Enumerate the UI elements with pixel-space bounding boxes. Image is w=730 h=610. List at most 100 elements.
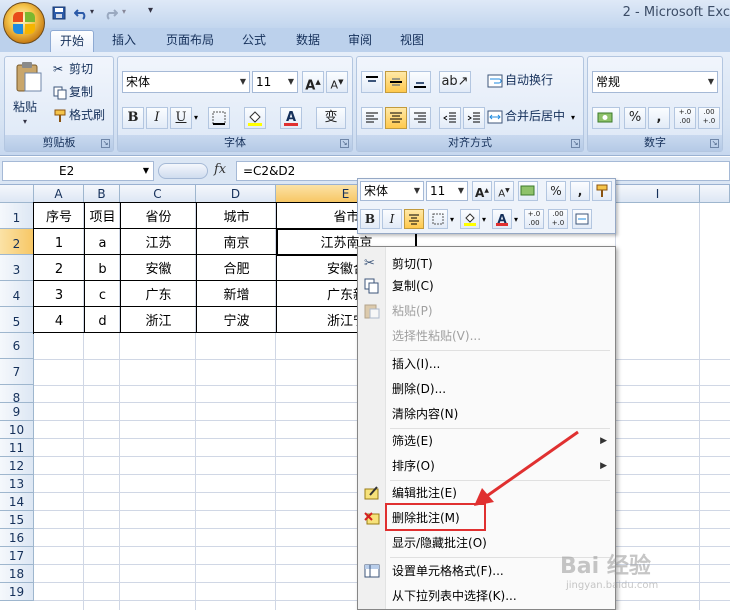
increase-decimal-button[interactable]: +.0 .00 — [674, 107, 696, 129]
tab-page-layout[interactable]: 页面布局 — [158, 30, 222, 52]
table-cell[interactable]: 广东 — [121, 281, 197, 307]
menu-item-delete[interactable]: 删除(D)... — [388, 378, 613, 400]
select-all-corner[interactable] — [0, 185, 34, 203]
table-cell[interactable]: 合肥 — [197, 255, 277, 281]
table-cell[interactable]: 序号 — [34, 203, 85, 229]
align-middle-button[interactable] — [385, 71, 407, 93]
table-cell[interactable]: 1 — [34, 229, 85, 255]
decrease-indent-button[interactable] — [439, 107, 461, 129]
row-header[interactable]: 19 — [0, 583, 34, 601]
italic-button[interactable]: I — [146, 107, 168, 129]
redo-icon[interactable] — [104, 5, 118, 21]
align-right-button[interactable] — [409, 107, 431, 129]
menu-item-copy[interactable]: 复制(C) — [388, 275, 613, 297]
row-header[interactable]: 10 — [0, 421, 34, 439]
clipboard-launcher-icon[interactable]: ↘ — [101, 139, 110, 148]
paste-button[interactable]: 粘贴 — [13, 97, 37, 119]
mini-font-color-button[interactable]: A — [492, 209, 512, 229]
row-header[interactable]: 6 — [0, 333, 34, 359]
row-header[interactable]: 13 — [0, 475, 34, 493]
table-cell[interactable]: b — [85, 255, 121, 281]
borders-button[interactable] — [208, 107, 230, 129]
column-header-d[interactable]: D — [196, 185, 276, 203]
row-header[interactable]: 16 — [0, 529, 34, 547]
paste-dropdown-icon[interactable]: ▾ — [23, 117, 27, 126]
row-header[interactable]: 14 — [0, 493, 34, 511]
menu-item-paste-special[interactable]: 选择性粘贴(V)... — [388, 325, 613, 347]
tab-home[interactable]: 开始 — [50, 30, 94, 52]
mini-fill-color-button[interactable] — [460, 209, 480, 229]
row-header[interactable]: 5 — [0, 307, 34, 333]
table-cell[interactable]: 南京 — [197, 229, 277, 255]
row-header[interactable]: 4 — [0, 281, 34, 307]
table-cell[interactable]: 城市 — [197, 203, 277, 229]
merge-center-button[interactable]: 合并后居中 — [505, 106, 565, 128]
table-cell[interactable]: 浙江 — [121, 307, 197, 333]
comma-button[interactable]: , — [648, 107, 670, 129]
mini-font-select[interactable]: 宋体 ▼ — [360, 181, 424, 201]
increase-indent-button[interactable] — [463, 107, 485, 129]
mini-percent-button[interactable]: % — [546, 181, 566, 201]
mini-font-color-dropdown-icon[interactable]: ▾ — [514, 215, 518, 224]
row-header[interactable]: 12 — [0, 457, 34, 475]
column-header-b[interactable]: B — [84, 185, 120, 203]
row-header[interactable]: 1 — [0, 203, 34, 229]
mini-currency-button[interactable] — [518, 181, 538, 201]
menu-item-cut[interactable]: 剪切(T) — [388, 253, 613, 275]
mini-borders-dropdown-icon[interactable]: ▾ — [450, 215, 454, 224]
align-top-button[interactable] — [361, 71, 383, 93]
tab-insert[interactable]: 插入 — [104, 30, 144, 52]
row-header[interactable]: 2 — [0, 229, 34, 255]
font-name-select[interactable]: 宋体 ▼ — [122, 71, 250, 93]
alignment-launcher-icon[interactable]: ↘ — [571, 139, 580, 148]
table-cell[interactable]: 项目 — [85, 203, 121, 229]
row-header[interactable]: 9 — [0, 403, 34, 421]
column-header-i[interactable]: I — [616, 185, 700, 203]
font-color-button[interactable]: A — [280, 107, 302, 129]
column-header-j[interactable] — [700, 185, 730, 203]
currency-button[interactable] — [592, 107, 620, 129]
decrease-decimal-button[interactable]: .00 +.0 — [698, 107, 720, 129]
shrink-font-button[interactable]: A▼ — [326, 71, 348, 93]
table-cell[interactable]: 3 — [34, 281, 85, 307]
mini-comma-button[interactable]: , — [570, 181, 590, 201]
grow-font-button[interactable]: A▲ — [302, 71, 324, 93]
align-bottom-button[interactable] — [409, 71, 431, 93]
merge-dropdown-icon[interactable]: ▾ — [571, 113, 575, 122]
tab-formulas[interactable]: 公式 — [232, 30, 276, 52]
table-cell[interactable]: 宁波 — [197, 307, 277, 333]
customize-qat-icon[interactable]: ▾ — [148, 5, 153, 16]
column-header-a[interactable]: A — [34, 185, 84, 203]
bold-button[interactable]: B — [122, 107, 144, 129]
mini-italic-button[interactable]: I — [382, 209, 402, 229]
office-button[interactable] — [3, 2, 45, 44]
number-launcher-icon[interactable]: ↘ — [710, 139, 719, 148]
formula-bar-splitter[interactable] — [158, 163, 208, 179]
undo-icon[interactable] — [74, 5, 88, 21]
mini-increase-decimal-button[interactable]: +.0 .00 — [524, 209, 544, 229]
align-center-button[interactable] — [385, 107, 407, 129]
cut-button[interactable]: 剪切 — [69, 59, 93, 81]
save-icon[interactable] — [52, 5, 66, 21]
row-header[interactable]: 3 — [0, 255, 34, 281]
mini-merge-button[interactable] — [572, 209, 592, 229]
row-header[interactable]: 17 — [0, 547, 34, 565]
format-painter-button[interactable]: 格式刷 — [69, 105, 105, 127]
align-left-button[interactable] — [361, 107, 383, 129]
paste-icon[interactable] — [15, 61, 43, 93]
mini-fill-dropdown-icon[interactable]: ▾ — [482, 215, 486, 224]
table-cell[interactable]: d — [85, 307, 121, 333]
font-size-select[interactable]: 11 ▼ — [252, 71, 298, 93]
wrap-text-button[interactable]: 自动换行 — [505, 70, 553, 92]
fill-color-button[interactable] — [244, 107, 266, 129]
menu-item-paste[interactable]: 粘贴(P) — [388, 300, 613, 322]
redo-dropdown-icon[interactable]: ▾ — [122, 7, 126, 16]
mini-shrink-font-button[interactable]: A▼ — [494, 181, 514, 201]
tab-review[interactable]: 审阅 — [338, 30, 382, 52]
menu-item-insert[interactable]: 插入(I)... — [388, 353, 613, 375]
percent-button[interactable]: % — [624, 107, 646, 129]
table-cell[interactable]: 江苏 — [121, 229, 197, 255]
table-cell[interactable]: 2 — [34, 255, 85, 281]
table-cell[interactable]: 新增 — [197, 281, 277, 307]
mini-grow-font-button[interactable]: A▲ — [472, 181, 492, 201]
